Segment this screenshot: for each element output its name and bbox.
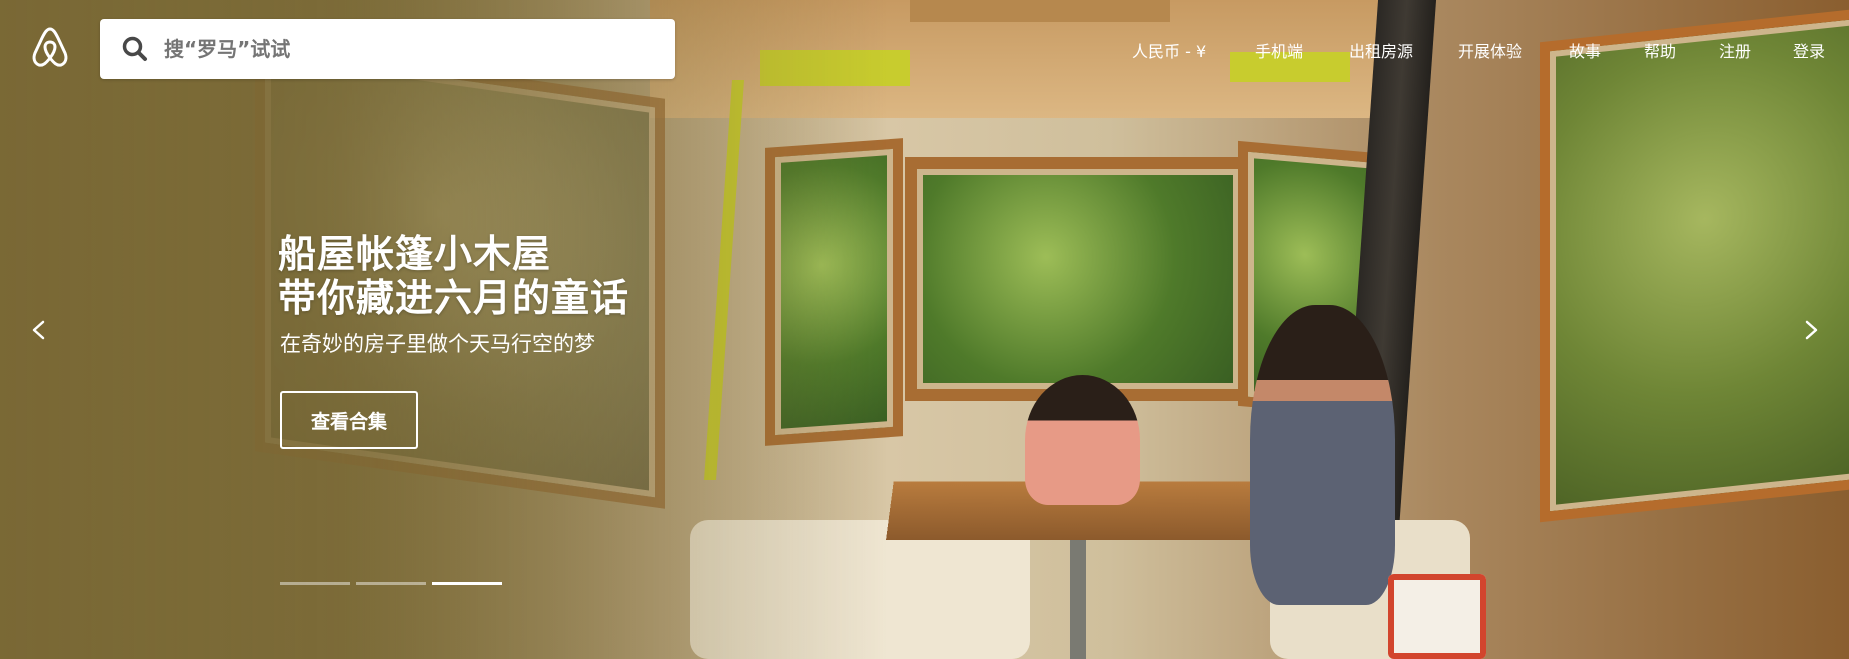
hero-subtitle: 在奇妙的房子里做个天马行空的梦 — [280, 332, 595, 356]
hero-title-line1: 船屋帐篷小木屋 — [278, 232, 552, 276]
carousel-indicators — [280, 582, 502, 585]
view-collection-button[interactable]: 查看合集 — [280, 391, 418, 449]
hero-title-line2: 带你藏进六月的童话 — [278, 276, 630, 320]
airbnb-belo-icon[interactable] — [30, 25, 70, 69]
nav-login[interactable]: 登录 — [1793, 38, 1849, 62]
hero-background — [0, 0, 1849, 659]
search-input[interactable] — [162, 36, 646, 62]
carousel-dot[interactable] — [432, 582, 502, 585]
carousel-dot[interactable] — [356, 582, 426, 585]
chevron-right-icon[interactable] — [1794, 313, 1828, 347]
search-icon — [122, 36, 147, 61]
search-bar[interactable] — [100, 19, 675, 79]
chevron-left-icon[interactable] — [22, 313, 56, 347]
hero-overlay — [0, 0, 1849, 659]
carousel-dot[interactable] — [280, 582, 350, 585]
hero-headline: 船屋帐篷小木屋 带你藏进六月的童话 — [278, 232, 629, 320]
